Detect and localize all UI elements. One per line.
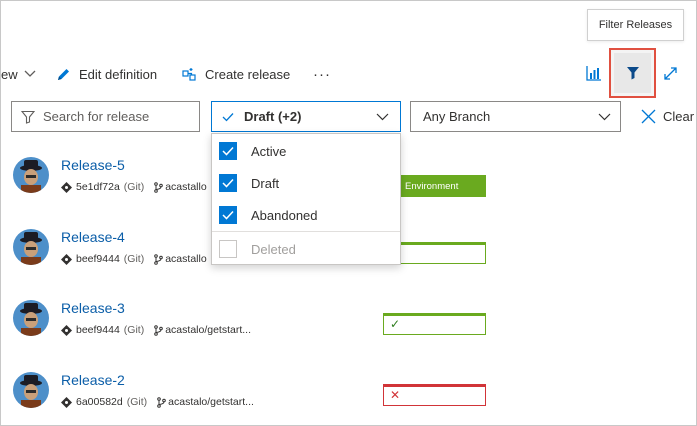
- analytics-button[interactable]: [584, 63, 604, 83]
- checkbox-checked[interactable]: [219, 174, 237, 192]
- source-branch: acastallo: [154, 253, 207, 265]
- status-filter-menu: Active Draft Abandoned Deleted: [211, 133, 401, 265]
- filter-outline-icon: [21, 110, 35, 124]
- status-filter-dropdown[interactable]: Draft (+2): [211, 101, 401, 132]
- checkmark-icon: [222, 210, 234, 220]
- branch-filter-dropdown[interactable]: Any Branch: [410, 101, 621, 132]
- status-filter-value: Draft (+2): [244, 109, 302, 124]
- avatar: [13, 372, 49, 408]
- filter-button-surface: [614, 53, 651, 93]
- release-meta: beef9444 (Git) acastallo: [61, 253, 207, 265]
- release-meta: 5e1df72a (Git) acastallo: [61, 181, 207, 193]
- avatar: [13, 300, 49, 336]
- more-actions-button[interactable]: ···: [313, 57, 331, 91]
- commit-icon: [61, 396, 72, 408]
- pencil-icon: [58, 68, 69, 80]
- commit-id: 6a00582d: [76, 396, 123, 408]
- branch-name: acastalo/getstart...: [165, 324, 252, 336]
- status-option-draft[interactable]: Draft: [212, 167, 400, 199]
- commit-id: beef9444: [76, 253, 120, 265]
- avatar: [13, 229, 49, 265]
- release-meta: 6a00582d (Git) acastalo/getstart...: [61, 396, 254, 408]
- filter-bar: Search for release Draft (+2) Any Branch…: [1, 101, 696, 133]
- checkmark-icon: [222, 178, 234, 188]
- chevron-down-icon: [598, 113, 611, 121]
- avatar: [13, 157, 49, 193]
- status-option-deleted[interactable]: Deleted: [212, 233, 400, 265]
- status-option-label: Abandoned: [251, 207, 318, 223]
- bar-chart-icon: [586, 66, 601, 81]
- clear-filters-button[interactable]: Clear: [641, 101, 694, 132]
- release-row[interactable]: Release-3 beef9444 (Git) acastalo/getsta…: [1, 300, 696, 370]
- repo-type: (Git): [123, 253, 145, 265]
- failed-x-icon: ✕: [390, 388, 401, 402]
- release-name[interactable]: Release-4: [61, 229, 125, 245]
- edit-definition-button[interactable]: Edit definition: [56, 57, 157, 91]
- checkmark-icon: ✓: [390, 317, 401, 331]
- branch-icon: [154, 253, 164, 265]
- commit-icon: [61, 181, 72, 193]
- status-option-active[interactable]: Active: [212, 135, 400, 167]
- branch-icon: [157, 396, 166, 408]
- release-pipeline-window: Filter Releases ew Edit definition Creat…: [0, 0, 697, 426]
- release-name[interactable]: Release-2: [61, 372, 125, 388]
- close-icon: [641, 109, 656, 124]
- status-option-label: Draft: [251, 175, 280, 191]
- status-option-label: Deleted: [251, 241, 296, 257]
- repo-type: (Git): [123, 181, 145, 193]
- branch-icon: [154, 324, 164, 336]
- branch-name: acastalo/getstart...: [168, 396, 254, 408]
- view-menu-label: ew: [1, 66, 18, 82]
- clear-label: Clear: [663, 109, 695, 124]
- environment-label: Environment: [405, 180, 459, 192]
- environment-status[interactable]: ✓: [383, 313, 486, 335]
- menu-divider: [212, 231, 400, 232]
- checkbox-checked[interactable]: [219, 142, 237, 160]
- funnel-icon: [626, 67, 639, 80]
- create-release-button[interactable]: Create release: [182, 57, 290, 91]
- status-option-abandoned[interactable]: Abandoned: [212, 199, 400, 231]
- view-menu[interactable]: ew: [1, 57, 36, 91]
- branch-name: acastallo: [165, 253, 207, 265]
- release-name[interactable]: Release-3: [61, 300, 125, 316]
- search-placeholder: Search for release: [43, 109, 150, 124]
- create-release-icon: [182, 67, 196, 81]
- source-branch: acastalo/getstart...: [154, 324, 251, 336]
- environment-status[interactable]: ✕: [383, 384, 486, 406]
- branch-filter-value: Any Branch: [423, 109, 491, 124]
- filter-releases-button[interactable]: [609, 48, 656, 98]
- checkmark-icon: [222, 112, 234, 121]
- release-row[interactable]: Release-2 6a00582d (Git) acastalo/getsta…: [1, 372, 696, 425]
- release-name[interactable]: Release-5: [61, 157, 125, 173]
- branch-name: acastallo: [165, 181, 207, 193]
- checkmark-icon: [222, 146, 234, 156]
- edit-definition-label: Edit definition: [79, 66, 158, 82]
- search-input[interactable]: Search for release: [11, 101, 200, 132]
- chevron-down-icon: [24, 70, 36, 77]
- repo-type: (Git): [126, 396, 148, 408]
- checkbox-checked[interactable]: [219, 206, 237, 224]
- create-release-label: Create release: [205, 66, 291, 82]
- commit-icon: [61, 324, 72, 336]
- repo-type: (Git): [123, 324, 145, 336]
- release-meta: beef9444 (Git) acastalo/getstart...: [61, 324, 251, 336]
- commit-id: 5e1df72a: [76, 181, 120, 193]
- commit-icon: [61, 253, 72, 265]
- commit-id: beef9444: [76, 324, 120, 336]
- chevron-down-icon: [376, 113, 389, 121]
- filter-releases-tooltip: Filter Releases: [587, 9, 684, 41]
- source-branch: acastalo/getstart...: [157, 396, 254, 408]
- source-branch: acastallo: [154, 181, 207, 193]
- checkbox-unchecked[interactable]: [219, 240, 237, 258]
- expand-icon: [663, 66, 677, 80]
- branch-icon: [154, 181, 164, 193]
- status-option-label: Active: [251, 143, 287, 159]
- expand-button[interactable]: [660, 63, 680, 83]
